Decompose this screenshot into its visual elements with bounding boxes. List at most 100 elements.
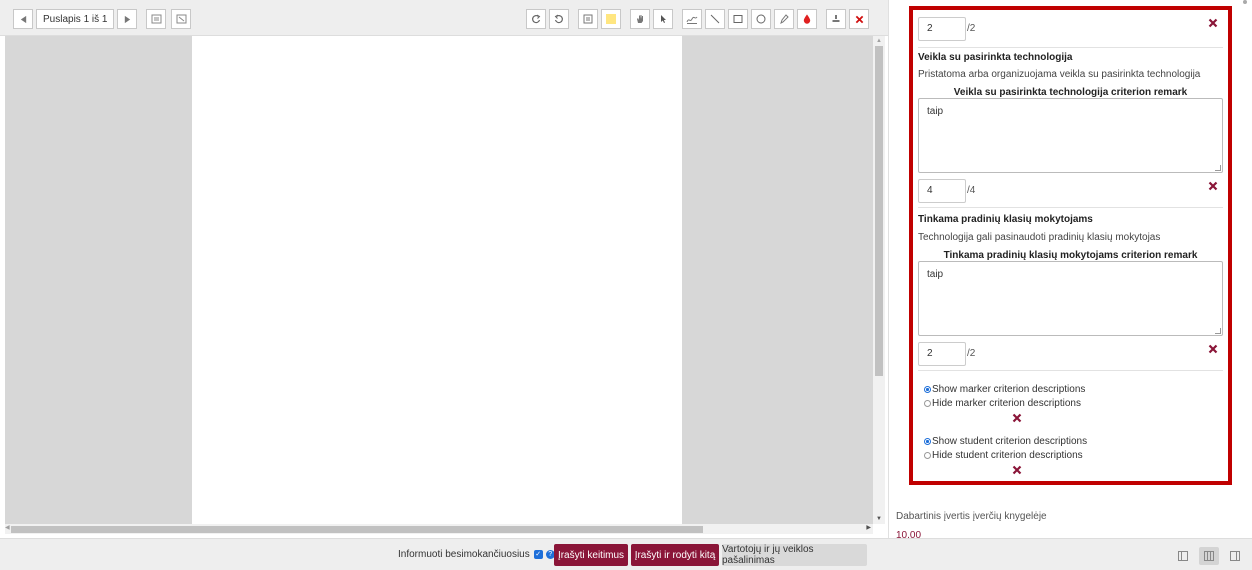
criterion-grade-row: 4 /4 xyxy=(918,179,1222,203)
hand-icon xyxy=(637,15,643,23)
comment-color-button[interactable] xyxy=(601,9,621,29)
divider xyxy=(918,370,1223,371)
triangle-left-icon xyxy=(20,15,26,23)
expand-comments-button[interactable] xyxy=(171,9,192,29)
expand-icon xyxy=(176,14,187,24)
pdf-canvas[interactable] xyxy=(5,36,873,524)
horizontal-scrollbar[interactable]: ◀ ▶ xyxy=(5,524,873,534)
triangle-right-icon xyxy=(124,15,131,23)
x-cross-icon[interactable] xyxy=(1012,465,1022,475)
highlighter-icon xyxy=(780,14,789,24)
cursor-icon xyxy=(661,15,666,23)
remark-textarea[interactable]: taip xyxy=(918,261,1223,336)
grading-footer: Informuoti besimokančiuosius ✓ ? Įrašyti… xyxy=(0,538,1252,570)
remark-label: Tinkama pradinių klasių mokytojams crite… xyxy=(943,250,1198,261)
delete-annotation-button[interactable] xyxy=(849,9,869,29)
divider xyxy=(918,47,1223,48)
radio-unselected-icon[interactable] xyxy=(924,452,931,459)
reset-button[interactable]: Vartotojų ir jų veiklos pašalinimas xyxy=(722,544,867,566)
layout-default-button[interactable] xyxy=(1199,547,1219,565)
save-changes-button[interactable]: Įrašyti keitimus xyxy=(554,544,628,566)
page-select[interactable]: Puslapis 1 iš 1 xyxy=(36,9,115,29)
scroll-down-arrow-icon[interactable]: ▼ xyxy=(876,516,882,522)
circle-icon xyxy=(756,14,766,24)
criterion-description: Pristatoma arba organizuojama veikla su … xyxy=(918,69,1201,80)
x-cross-icon[interactable] xyxy=(1208,18,1218,28)
line-icon xyxy=(710,14,720,24)
vertical-scroll-thumb[interactable] xyxy=(875,46,883,376)
layout-left-icon xyxy=(1178,551,1188,561)
grade-max: /2 xyxy=(967,23,976,34)
rotate-right-button[interactable] xyxy=(549,9,569,29)
show-marker-option[interactable]: Show marker criterion descriptions xyxy=(924,384,1085,395)
prev-page-button[interactable] xyxy=(13,9,33,29)
select-tool-button[interactable] xyxy=(653,9,673,29)
criterion-grade-row: 2 /2 xyxy=(918,342,1222,366)
pdf-page[interactable] xyxy=(192,36,682,524)
comment-icon xyxy=(583,14,593,24)
next-page-button[interactable] xyxy=(117,9,138,29)
search-comments-button[interactable] xyxy=(146,9,167,29)
stamp-icon xyxy=(832,15,840,22)
notify-label: Informuoti besimokančiuosius xyxy=(398,549,530,560)
resize-grip-icon[interactable] xyxy=(1215,328,1221,334)
layout-collapse-grader-button[interactable] xyxy=(1173,547,1193,565)
pen-scribble-icon xyxy=(686,16,698,24)
scroll-up-arrow-icon[interactable]: ▲ xyxy=(876,38,882,44)
save-and-show-next-button[interactable]: Įrašyti ir rodyti kitą xyxy=(631,544,719,566)
grade-input[interactable]: 2 xyxy=(918,342,966,366)
layout-right-icon xyxy=(1230,551,1240,561)
line-tool-button[interactable] xyxy=(705,9,725,29)
radio-selected-icon[interactable] xyxy=(924,438,931,445)
show-student-option[interactable]: Show student criterion descriptions xyxy=(924,436,1087,447)
rotate-left-icon xyxy=(532,14,541,24)
rectangle-icon xyxy=(733,15,743,23)
remark-textarea[interactable]: taip xyxy=(918,98,1223,173)
notify-students[interactable]: Informuoti besimokančiuosius ✓ ? xyxy=(398,549,555,560)
pan-tool-button[interactable] xyxy=(630,9,650,29)
yellow-swatch-icon xyxy=(606,14,616,24)
panel-scroll-indicator xyxy=(1243,0,1247,4)
vertical-scrollbar[interactable]: ▲ ▼ xyxy=(873,36,885,524)
rotate-right-icon xyxy=(554,14,563,24)
grade-max: /4 xyxy=(967,185,976,196)
rectangle-tool-button[interactable] xyxy=(728,9,748,29)
hide-marker-option[interactable]: Hide marker criterion descriptions xyxy=(924,398,1081,409)
comment-list-icon xyxy=(151,14,162,24)
stamp-tool-button[interactable] xyxy=(826,9,846,29)
option-label: Show marker criterion descriptions xyxy=(932,384,1086,395)
criterion-title: Tinkama pradinių klasių mokytojams xyxy=(918,214,1093,225)
scroll-left-arrow-icon[interactable]: ◀ xyxy=(5,524,10,531)
hide-student-option[interactable]: Hide student criterion descriptions xyxy=(924,450,1083,461)
grade-input[interactable]: 2 xyxy=(918,17,966,41)
remark-label: Veikla su pasirinkta technologija criter… xyxy=(953,87,1188,98)
criterion-grade-row: 2 /2 xyxy=(918,17,1222,41)
remark-text: taip xyxy=(927,269,944,280)
resize-grip-icon[interactable] xyxy=(1215,165,1221,171)
comment-tool-button[interactable] xyxy=(578,9,598,29)
scroll-right-arrow-icon[interactable]: ▶ xyxy=(866,524,871,531)
rotate-left-button[interactable] xyxy=(526,9,546,29)
gradebook-value: 10.00 xyxy=(896,530,922,538)
horizontal-scroll-thumb[interactable] xyxy=(11,526,703,533)
option-label: Hide marker criterion descriptions xyxy=(932,398,1081,409)
gradebook-label: Dabartinis įvertis įverčių knygelėje xyxy=(896,511,1047,522)
remark-text: taip xyxy=(927,106,944,117)
x-cross-icon[interactable] xyxy=(1208,181,1218,191)
highlight-tool-button[interactable] xyxy=(774,9,794,29)
criterion-description: Technologija gali pasinaudoti pradinių k… xyxy=(918,232,1161,243)
option-label: Hide student criterion descriptions xyxy=(932,450,1083,461)
oval-tool-button[interactable] xyxy=(751,9,771,29)
annotation-toolbar: Puslapis 1 iš 1 xyxy=(0,0,888,36)
annotation-color-button[interactable] xyxy=(797,9,817,29)
layout-collapse-review-button[interactable] xyxy=(1225,547,1245,565)
grade-input[interactable]: 4 xyxy=(918,179,966,203)
option-label: Show student criterion descriptions xyxy=(932,436,1088,447)
pen-tool-button[interactable] xyxy=(682,9,702,29)
delete-icon xyxy=(855,15,863,23)
x-cross-icon[interactable] xyxy=(1208,344,1218,354)
x-cross-icon[interactable] xyxy=(1012,413,1022,423)
radio-unselected-icon[interactable] xyxy=(924,400,931,407)
checkbox-checked-icon[interactable]: ✓ xyxy=(533,550,543,559)
radio-selected-icon[interactable] xyxy=(924,386,931,393)
